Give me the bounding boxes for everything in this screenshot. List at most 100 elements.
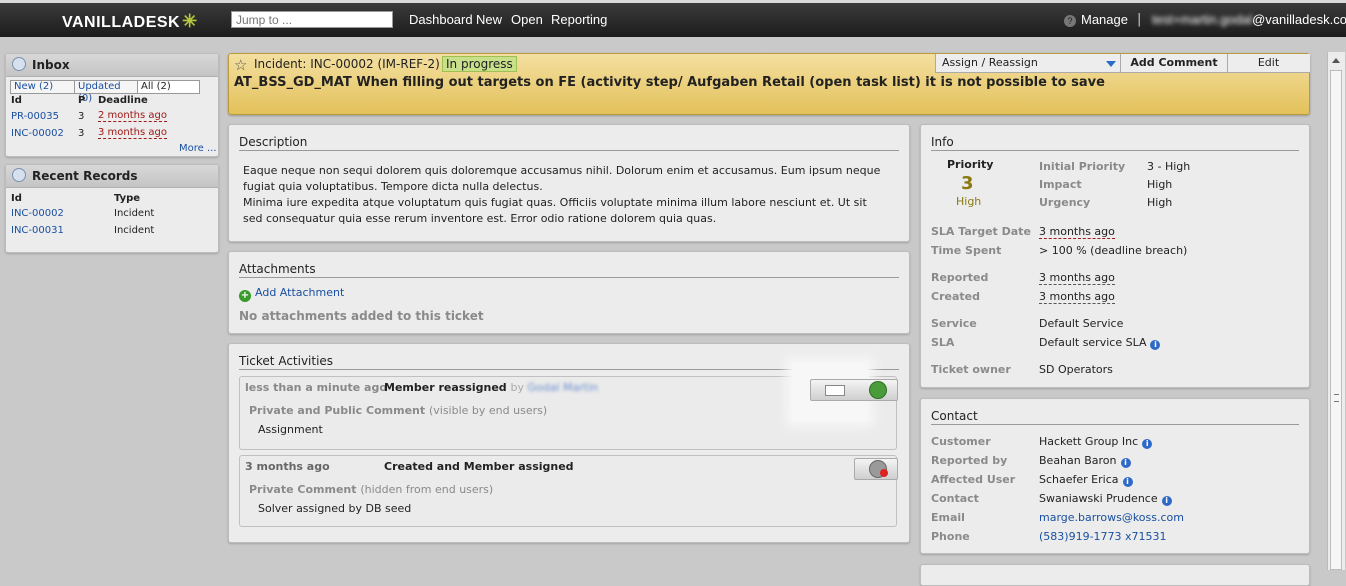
divider: [239, 277, 899, 278]
activity-actions: [810, 379, 898, 401]
activities-title: Ticket Activities: [239, 354, 334, 368]
contact-value: Swaniawski Prudence i: [1039, 492, 1172, 506]
activity-body: Assignment: [258, 423, 323, 436]
tab-updated[interactable]: Updated (0): [74, 80, 138, 104]
remove-badge-icon: [880, 469, 888, 477]
status-badge: In progress: [442, 56, 517, 72]
priority-label: Priority: [947, 158, 994, 171]
nav-new[interactable]: New: [476, 12, 502, 27]
inbox-row-deadline: 3 months ago: [98, 127, 167, 139]
sla-target-value: 3 months ago: [1039, 225, 1115, 239]
more-link[interactable]: More ...: [179, 143, 217, 154]
incident-id: Incident: INC-00002 (IM-REF-2): [254, 57, 440, 71]
info-icon[interactable]: i: [1122, 477, 1133, 487]
nav-open[interactable]: Open: [511, 12, 543, 27]
dropdown-arrow-icon: [1106, 61, 1116, 67]
scroll-up-icon[interactable]: [1332, 58, 1340, 63]
activity-visibility: Private and Public Comment (visible by e…: [249, 404, 548, 417]
recent-row-type: Incident: [114, 208, 155, 219]
done-check-icon[interactable]: [869, 381, 887, 399]
urgency-label: Urgency: [1039, 196, 1091, 209]
tab-all[interactable]: All (2): [137, 80, 200, 94]
affected-user-value: Schaefer Erica i: [1039, 473, 1133, 487]
assign-reassign-dropdown[interactable]: Assign / Reassign: [936, 54, 1121, 72]
ticket-activities-panel: Ticket Activities less than a minute ago…: [228, 343, 910, 543]
impact-value: High: [1147, 178, 1173, 191]
col-id: Id: [11, 95, 22, 106]
description-title: Description: [239, 135, 308, 149]
activity-actions: [854, 458, 898, 480]
inbox-header: Inbox: [6, 54, 218, 77]
urgency-value: High: [1147, 196, 1173, 209]
nav-dashboard[interactable]: Dashboard: [409, 12, 473, 27]
add-attachment-link[interactable]: + Add Attachment: [239, 286, 344, 302]
priority-text: High: [956, 195, 982, 208]
activity-type: Member reassigned by Godal Martin: [384, 381, 599, 394]
time-spent-value: > 100 % (deadline breach): [1039, 244, 1188, 257]
contact-title: Contact: [931, 409, 978, 423]
reported-by-value: Beahan Baron i: [1039, 454, 1131, 468]
phone-link[interactable]: (583)919-1773 x71531: [1039, 530, 1167, 543]
initial-priority-label: Initial Priority: [1039, 160, 1126, 173]
info-icon[interactable]: i: [1161, 496, 1172, 506]
info-icon[interactable]: i: [1120, 458, 1131, 468]
service-label: Service: [931, 317, 977, 330]
scrollbar-thumb[interactable]: [1330, 70, 1342, 570]
logo-star-icon: ✳: [182, 11, 198, 31]
attachments-panel: Attachments + Add Attachment No attachmen…: [228, 251, 910, 334]
email-icon[interactable]: [825, 385, 845, 396]
logo[interactable]: VANILLADESK ✳: [62, 11, 198, 32]
incident-header: ☆ Incident: INC-00002 (IM-REF-2) In prog…: [228, 53, 1310, 115]
info-icon[interactable]: i: [1150, 340, 1161, 350]
recent-row-id[interactable]: INC-00031: [11, 225, 64, 236]
inbox-row-deadline: 2 months ago: [98, 110, 167, 122]
nav-reporting[interactable]: Reporting: [551, 12, 607, 27]
ticket-owner-label: Ticket owner: [931, 363, 1011, 376]
affected-user-label: Affected User: [931, 473, 1016, 486]
recent-icon: [12, 168, 26, 182]
tab-new[interactable]: New (2): [10, 80, 75, 94]
col-deadline: Deadline: [98, 95, 148, 106]
help-icon: ?: [1064, 15, 1076, 27]
description-panel: Description Eaque neque non sequi dolore…: [228, 124, 910, 242]
customer-value: Hackett Group Inc i: [1039, 435, 1153, 449]
attachments-title: Attachments: [239, 262, 316, 276]
recent-row-id[interactable]: INC-00002: [11, 208, 64, 219]
activity-visibility: Private Comment (hidden from end users): [249, 483, 494, 496]
recent-records-panel: Recent Records Id Type INC-00002 Inciden…: [5, 164, 219, 253]
sla-target-label: SLA Target Date: [931, 225, 1031, 238]
inbox-row-p: 3: [78, 128, 85, 139]
favorite-star-icon[interactable]: ☆: [234, 56, 247, 74]
next-panel: [920, 564, 1310, 586]
activity-time: less than a minute ago: [245, 381, 387, 394]
col-id: Id: [11, 193, 22, 204]
no-attachments-text: No attachments added to this ticket: [239, 309, 484, 323]
inbox-row-id[interactable]: PR-00035: [11, 111, 59, 122]
phone-label: Phone: [931, 530, 970, 543]
col-p: P: [78, 95, 86, 106]
description-text: Eaque neque non sequi dolorem quis dolor…: [243, 164, 881, 225]
inbox-icon: [12, 57, 26, 71]
customer-label: Customer: [931, 435, 991, 448]
info-panel: Info Priority 3 High Initial Priority 3 …: [920, 124, 1310, 388]
activity-item: less than a minute ago Member reassigned…: [239, 363, 898, 450]
jump-to-input[interactable]: [231, 11, 393, 28]
inbox-panel: Inbox New (2) Updated (0) All (2) Id P D…: [5, 53, 219, 157]
divider: [239, 150, 899, 151]
inbox-row-id[interactable]: INC-00002: [11, 128, 64, 139]
ticket-owner-value: SD Operators: [1039, 363, 1113, 376]
email-label: Email: [931, 511, 965, 524]
service-value: Default Service: [1039, 317, 1124, 330]
manage-link[interactable]: ? Manage: [1064, 12, 1128, 27]
edit-button[interactable]: Edit: [1227, 54, 1310, 72]
top-bar: VANILLADESK✳ Dashboard New Open Reportin…: [0, 0, 1346, 37]
info-icon[interactable]: i: [1142, 439, 1153, 449]
scrollbar[interactable]: [1327, 52, 1345, 570]
reported-value: 3 months ago: [1039, 271, 1115, 285]
add-comment-button[interactable]: Add Comment: [1121, 54, 1228, 72]
add-icon: +: [239, 290, 251, 302]
email-link[interactable]: marge.barrows@koss.com: [1039, 511, 1184, 524]
user-menu[interactable]: test+martin.godal@vanilladesk.com: [1152, 12, 1346, 27]
reported-by-label: Reported by: [931, 454, 1008, 467]
activity-item: 3 months ago Created and Member assigned…: [239, 455, 898, 527]
